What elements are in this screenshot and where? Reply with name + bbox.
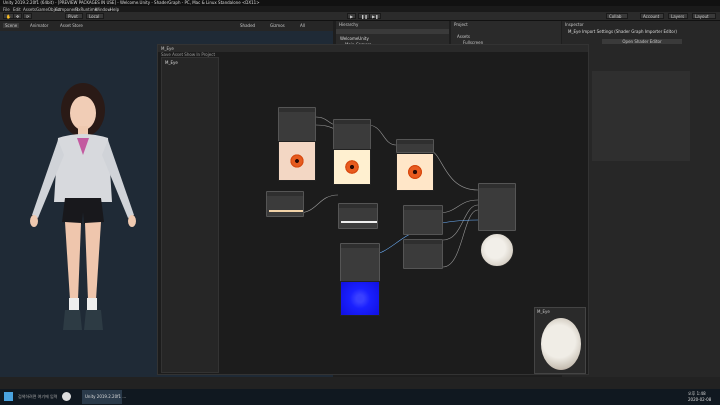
tab-inspector[interactable]: Inspector bbox=[565, 22, 584, 27]
color-node[interactable] bbox=[266, 191, 304, 217]
main-preview-sphere bbox=[541, 318, 581, 370]
add-node[interactable] bbox=[396, 139, 434, 153]
toolbar: ✋ ✥ ⟳ Pivot Local ▶ ❚❚ ▶❚ Collab Account… bbox=[0, 12, 720, 21]
tab-scene[interactable]: Scene bbox=[3, 23, 20, 28]
normal-map-preview bbox=[340, 281, 380, 316]
global-toggle[interactable]: Local bbox=[86, 13, 104, 19]
scene-search-all[interactable]: All bbox=[300, 23, 305, 28]
main-preview-title: M_Eye bbox=[537, 309, 550, 314]
smoothness-node[interactable] bbox=[338, 203, 378, 229]
vector1-node-2[interactable] bbox=[403, 239, 443, 269]
inspector-properties-list bbox=[592, 71, 690, 161]
pbr-master-node[interactable] bbox=[478, 183, 516, 231]
hierarchy-search[interactable] bbox=[336, 29, 449, 34]
scene-tabs: Scene Animator Asset Store Shaded Gizmos… bbox=[0, 21, 333, 31]
master-preview-sphere bbox=[480, 233, 514, 267]
eye-texture-preview bbox=[278, 141, 316, 181]
account-button[interactable]: Account bbox=[640, 13, 664, 19]
layout-dropdown[interactable]: Layout bbox=[692, 13, 716, 19]
collab-button[interactable]: Collab bbox=[606, 13, 628, 19]
gizmos-dropdown[interactable]: Gizmos bbox=[270, 23, 285, 28]
multiply-preview bbox=[333, 149, 371, 185]
window-title: Unity 2019.2.20f1 (64bit) - [PREVIEW PAC… bbox=[3, 0, 260, 5]
windows-taskbar: 검색하려면 여기에 입력 Unity 2019.2.20f1 ... 오후 1:… bbox=[0, 389, 720, 405]
folder-item[interactable]: Assets bbox=[457, 34, 470, 39]
clock-date: 2020-02-08 bbox=[688, 397, 712, 402]
move-tool-button[interactable]: ✥ bbox=[13, 13, 23, 19]
add-preview bbox=[396, 153, 434, 191]
normal-sample-node[interactable] bbox=[340, 243, 380, 283]
character-model[interactable] bbox=[20, 80, 145, 350]
hierarchy-item[interactable]: WelcomeUnity bbox=[340, 36, 369, 41]
taskbar-unity[interactable]: Unity 2019.2.20f1 ... bbox=[82, 390, 126, 404]
tab-animator[interactable]: Animator bbox=[30, 23, 48, 28]
step-button[interactable]: ▶❚ bbox=[369, 13, 382, 19]
multiply-node[interactable] bbox=[333, 119, 371, 153]
tab-project[interactable]: Project bbox=[454, 22, 468, 27]
tab-hierarchy[interactable]: Hierarchy bbox=[339, 22, 358, 27]
layers-dropdown[interactable]: Layers bbox=[668, 13, 688, 19]
status-bar bbox=[0, 377, 720, 389]
clock-time: 오후 1:48 bbox=[688, 391, 706, 396]
shader-graph-window[interactable]: M_Eye Save Asset Show In Project M_Eye M… bbox=[157, 44, 589, 375]
open-shader-editor-button[interactable]: Open Shader Editor bbox=[602, 39, 682, 44]
inspector-title: M_Eye Import Settings (Shader Graph Impo… bbox=[568, 29, 677, 34]
rotate-tool-button[interactable]: ⟳ bbox=[23, 13, 33, 19]
windows-start-icon[interactable] bbox=[4, 392, 13, 401]
chrome-icon[interactable] bbox=[62, 392, 71, 401]
pivot-toggle[interactable]: Pivot bbox=[65, 13, 83, 19]
vector1-node[interactable] bbox=[403, 205, 443, 235]
shading-mode-dropdown[interactable]: Shaded bbox=[240, 23, 255, 28]
main-preview-panel[interactable]: M_Eye bbox=[534, 307, 586, 374]
play-button[interactable]: ▶ bbox=[347, 13, 357, 19]
taskbar-unity-label: Unity 2019.2.20f1 ... bbox=[85, 394, 127, 399]
taskbar-search[interactable]: 검색하려면 여기에 입력 bbox=[18, 394, 57, 399]
tab-asset-store[interactable]: Asset Store bbox=[60, 23, 83, 28]
